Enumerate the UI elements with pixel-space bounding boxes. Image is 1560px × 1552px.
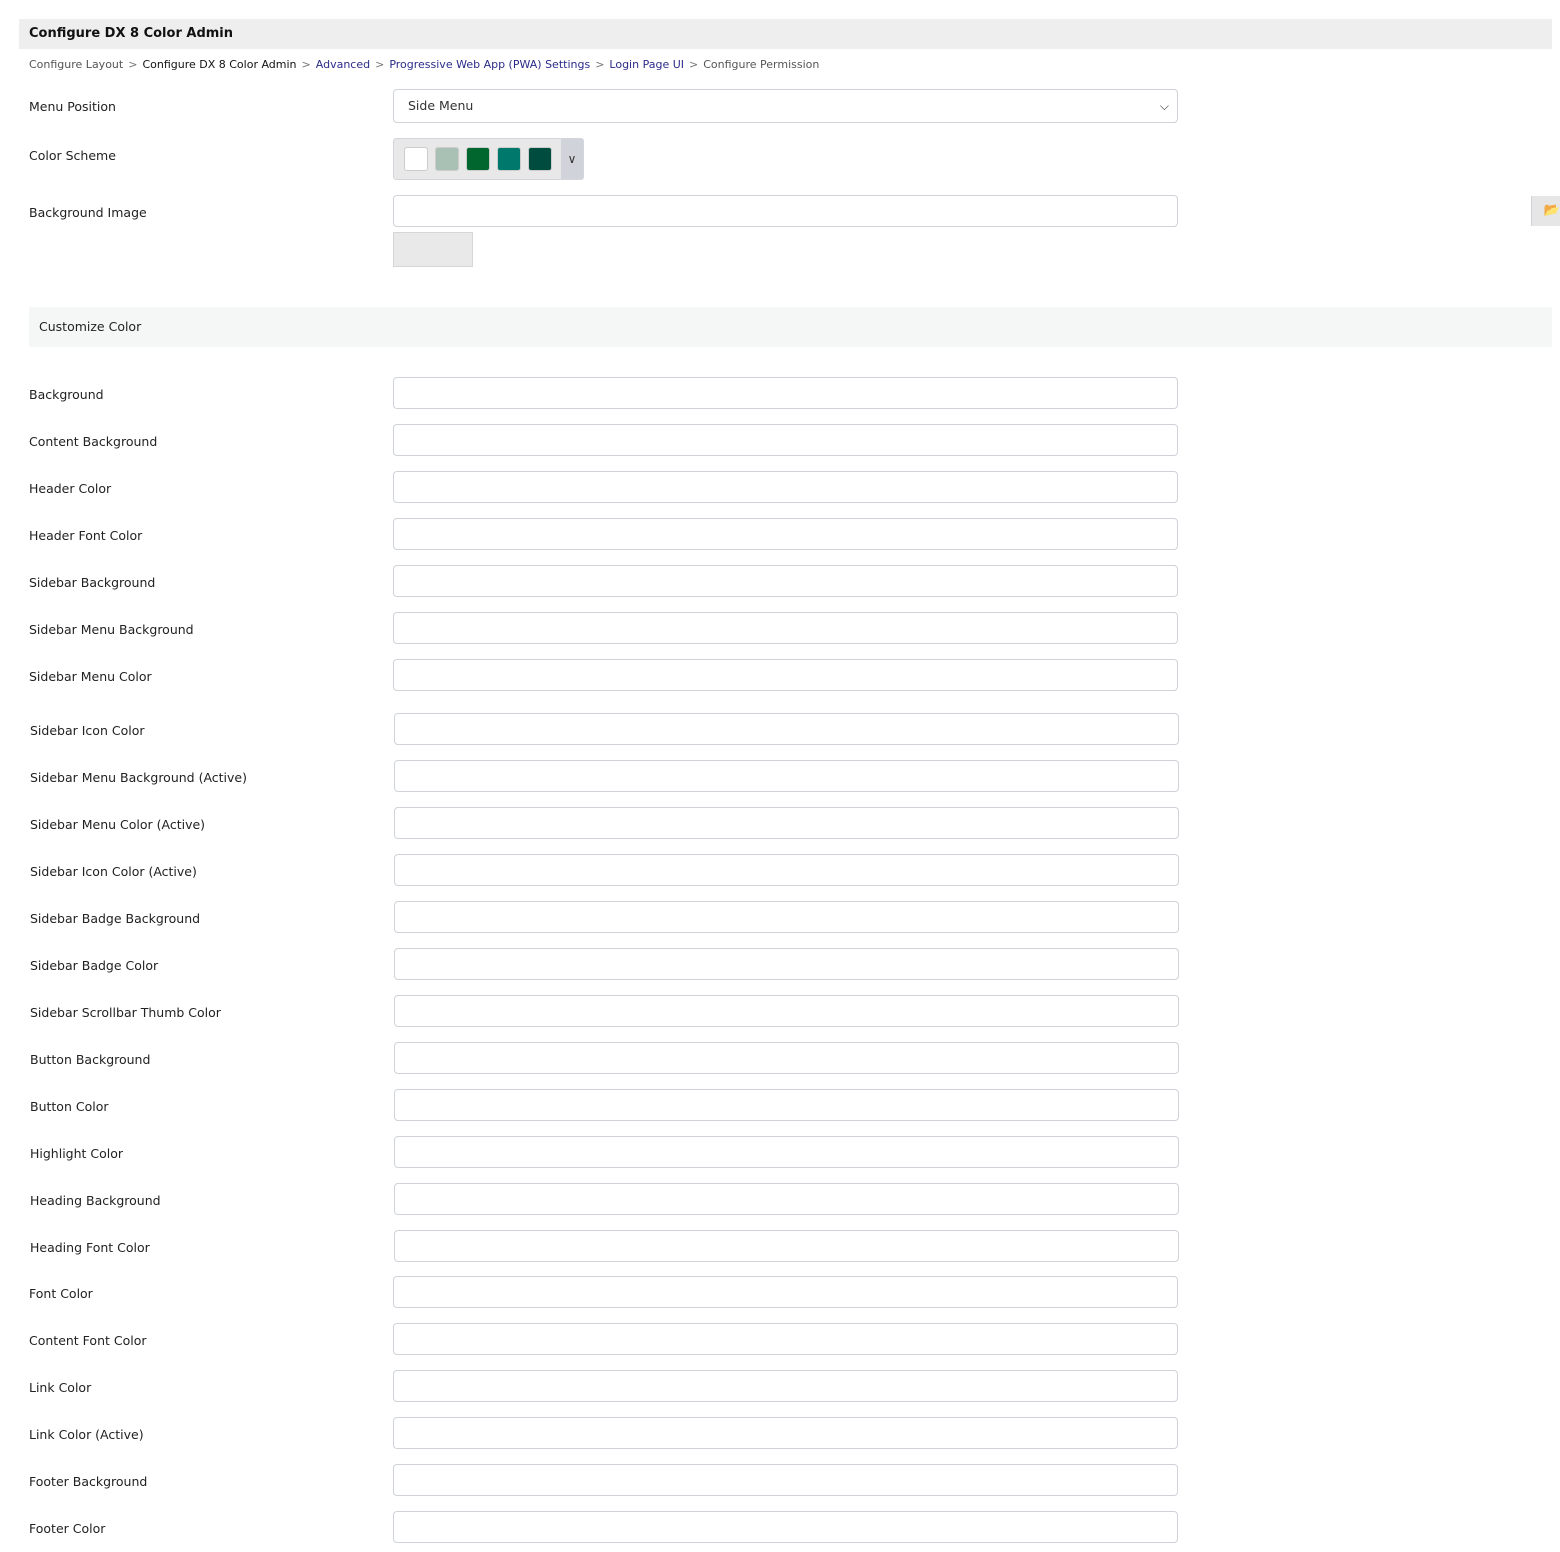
menu-position-label: Menu Position [29,99,116,114]
color-input[interactable] [394,854,1179,886]
color-input[interactable] [394,1089,1179,1121]
field-label: Content Font Color [29,1333,147,1348]
color-scheme-label: Color Scheme [29,148,116,163]
color-input[interactable] [393,565,1178,597]
color-swatch[interactable] [435,147,459,171]
breadcrumb-item[interactable]: Advanced [316,58,370,71]
field-label: Sidebar Background [29,575,156,590]
color-input[interactable] [393,1370,1178,1402]
field-label: Content Background [29,434,158,449]
field-label: Sidebar Scrollbar Thumb Color [30,1005,221,1020]
color-input[interactable] [394,1042,1179,1074]
background-image-preview [393,232,473,267]
breadcrumb-item[interactable]: Login Page UI [609,58,684,71]
field-label: Sidebar Menu Color (Active) [30,817,206,832]
field-label: Highlight Color [30,1146,124,1161]
color-scheme-picker[interactable]: ∨ [393,138,584,180]
field-label: Sidebar Badge Background [30,911,201,926]
color-input[interactable] [393,471,1178,503]
color-input[interactable] [394,995,1179,1027]
field-label: Heading Background [30,1193,161,1208]
color-input[interactable] [393,1276,1178,1308]
color-input[interactable] [394,760,1179,792]
color-input[interactable] [393,518,1178,550]
color-input[interactable] [394,948,1179,980]
color-input[interactable] [394,1183,1179,1215]
field-label: Background [29,387,104,402]
field-label: Link Color (Active) [29,1427,144,1442]
color-input[interactable] [393,1464,1178,1496]
field-label: Heading Font Color [30,1240,150,1255]
color-input[interactable] [393,1323,1178,1355]
color-input[interactable] [394,901,1179,933]
color-swatch[interactable] [404,147,428,171]
breadcrumb: Configure Layout > Configure DX 8 Color Ad… [29,58,819,71]
menu-position-select[interactable]: Side Menu ⌵ [393,89,1178,123]
field-label: Button Color [30,1099,109,1114]
field-label: Sidebar Icon Color (Active) [30,864,197,879]
color-input[interactable] [393,659,1178,691]
breadcrumb-item[interactable]: Progressive Web App (PWA) Settings [389,58,590,71]
breadcrumb-separator: > [595,58,605,71]
field-label: Header Color [29,481,112,496]
field-label: Sidebar Badge Color [30,958,159,973]
page-title: Configure DX 8 Color Admin [19,19,1552,49]
field-label: Sidebar Menu Background (Active) [30,770,247,785]
folder-open-icon[interactable]: 📂 [1531,196,1560,226]
breadcrumb-item: Configure Layout [29,58,124,71]
color-input[interactable] [394,713,1179,745]
color-swatch[interactable] [466,147,490,171]
background-image-label: Background Image [29,205,147,220]
breadcrumb-item: Configure DX 8 Color Admin [142,58,297,71]
color-input[interactable] [393,424,1178,456]
color-input[interactable] [394,1136,1179,1168]
menu-position-value: Side Menu [408,98,474,113]
section-customize-color: Customize Color [29,307,1552,347]
color-input[interactable] [394,1230,1179,1262]
breadcrumb-separator: > [128,58,138,71]
breadcrumb-separator: > [689,58,699,71]
breadcrumb-item: Configure Permission [703,58,820,71]
field-label: Font Color [29,1286,93,1301]
field-label: Sidebar Icon Color [30,723,145,738]
field-label: Footer Color [29,1521,106,1536]
field-label: Link Color [29,1380,92,1395]
field-label: Header Font Color [29,528,143,543]
color-input[interactable] [393,377,1178,409]
breadcrumb-separator: > [375,58,385,71]
breadcrumb-separator: > [301,58,311,71]
field-label: Footer Background [29,1474,148,1489]
color-swatch[interactable] [497,147,521,171]
field-label: Sidebar Menu Color [29,669,152,684]
color-swatch[interactable] [528,147,552,171]
field-label: Sidebar Menu Background [29,622,194,637]
background-image-input[interactable]: 📂 [393,195,1560,227]
field-label: Button Background [30,1052,151,1067]
chevron-down-icon[interactable]: ∨ [561,139,583,179]
color-input[interactable] [393,1511,1178,1543]
color-input[interactable] [393,1417,1178,1449]
chevron-down-icon: ⌵ [1159,99,1169,113]
color-input[interactable] [393,612,1178,644]
color-input[interactable] [394,807,1179,839]
